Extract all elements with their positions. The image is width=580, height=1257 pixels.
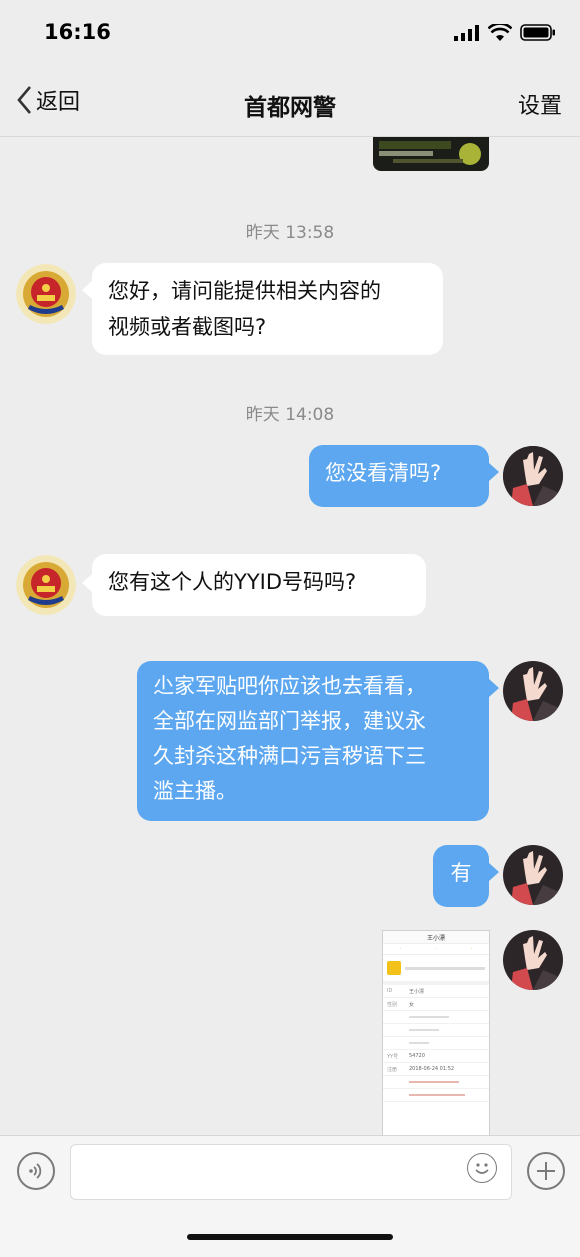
police-badge-icon [16,264,76,324]
plus-icon [537,1162,555,1180]
image-message-screenshot[interactable]: 王小漂 · · · ID 王小漂 性别女 YY号 54720 注册 2018-06-24 … [382,930,490,1135]
screenshot-row [383,1037,489,1050]
chat-area[interactable]: 昨天 13:58 您好，请问能提供相关内容的 视频或者截图吗? 昨天 14:08… [0,137,580,1135]
user-photo-icon [503,930,563,990]
bubble-tail [82,574,92,592]
user-photo-icon [503,661,563,721]
status-bar: 16:16 [0,0,580,70]
screenshot-tabs: · · · [383,944,489,955]
message-line: 尐家军贴吧你应该也去看看， [153,674,426,698]
chat-title: 首都网警 [244,95,336,121]
back-button[interactable]: 返回 [16,84,80,116]
my-avatar[interactable] [503,661,563,721]
message-line: 久封杀这种满口污言秽语下三 [153,744,426,768]
screenshot-title: 王小漂 [383,931,489,944]
message-input[interactable] [70,1144,512,1200]
screenshot-row: 性别女 [383,998,489,1011]
outgoing-message[interactable]: 有 [433,845,489,907]
user-photo-icon [503,845,563,905]
message-line: 视频或者截图吗? [108,315,267,339]
my-avatar[interactable] [503,930,563,990]
voice-icon [29,1163,42,1179]
signal-icon [454,25,479,41]
my-avatar[interactable] [503,845,563,905]
settings-button[interactable]: 设置 [518,88,562,120]
timestamp: 昨天 14:08 [245,405,335,425]
message-line: 有 [450,861,472,885]
message-line: 您有这个人的YYID号码吗? [108,570,357,594]
status-icons [454,24,556,41]
screenshot-row: ID 王小漂 [383,985,489,998]
screenshot-row [383,1024,489,1037]
user-photo-icon [503,446,563,506]
incoming-message[interactable]: 您有这个人的YYID号码吗? [92,554,426,616]
battery-icon [520,24,555,41]
message-line: 滥主播。 [153,779,237,803]
outgoing-message[interactable]: 尐家军贴吧你应该也去看看， 全部在网监部门举报，建议永 久封杀这种满口污言秽语下… [137,661,489,821]
message-line: 您没看清吗? [325,461,442,485]
incoming-message[interactable]: 您好，请问能提供相关内容的 视频或者截图吗? [92,263,443,355]
back-label: 返回 [36,90,81,115]
bubble-tail [489,863,499,881]
avatar[interactable] [16,555,76,615]
bubble-tail [489,463,499,481]
emoji-icon [475,1163,489,1174]
voice-button[interactable] [17,1152,55,1190]
message-line: 您好，请问能提供相关内容的 [108,279,381,303]
bubble-tail [489,679,499,697]
screenshot-header [383,955,489,985]
navigation-bar: 返回 首都网警 设置 [0,70,580,137]
home-indicator [187,1234,393,1240]
screenshot-row [383,1089,489,1102]
chevron-left-icon [17,86,31,114]
bubble-tail [82,281,92,299]
avatar[interactable] [16,264,76,324]
emoji-button[interactable] [467,1153,497,1183]
image-message-thumbnail[interactable] [373,137,489,171]
outgoing-message[interactable]: 您没看清吗? [309,445,489,507]
wifi-icon [488,24,512,41]
status-time: 16:16 [44,20,111,44]
timestamp: 昨天 13:58 [245,223,335,243]
screenshot-row: YY号 54720 [383,1050,489,1063]
screenshot-row: 注册 2018-06-24 01:52 [383,1063,489,1076]
screenshot-row [383,1076,489,1089]
screenshot-row [383,1011,489,1024]
my-avatar[interactable] [503,446,563,506]
police-badge-icon [16,555,76,615]
add-button[interactable] [527,1152,565,1190]
message-line: 全部在网监部门举报，建议永 [153,709,426,733]
